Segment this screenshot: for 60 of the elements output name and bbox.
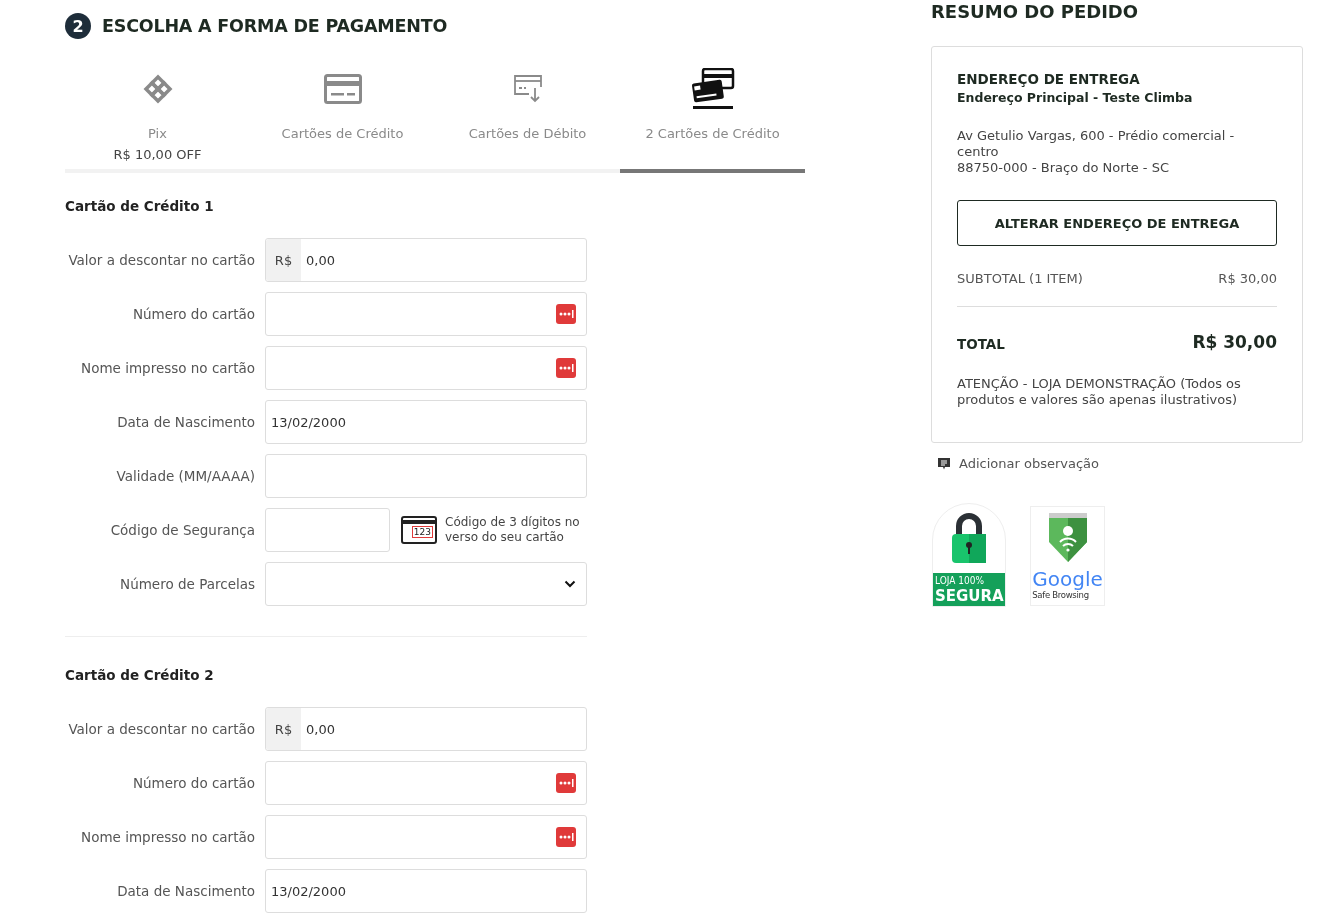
input-field[interactable] — [265, 346, 587, 390]
input-field[interactable] — [265, 454, 587, 498]
amount-field[interactable]: R$ 0,00 — [265, 238, 587, 282]
field-label: Data de Nascimento — [116, 882, 255, 900]
dropdown-field[interactable] — [265, 562, 587, 606]
payment-tab[interactable]: Cartões de Débito — [435, 61, 620, 173]
payment-tab[interactable]: 2 Cartões de Crédito — [620, 61, 805, 173]
card-back-icon: 123 — [401, 516, 437, 544]
input-field[interactable] — [265, 508, 390, 552]
section-title: ESCOLHA A FORMA DE PAGAMENTO — [102, 16, 448, 36]
field-label: Validade (MM/AAAA) — [115, 467, 255, 485]
password-manager-icon — [556, 304, 576, 324]
field-label: Nome impresso no cartão — [80, 359, 255, 377]
currency-prefix: R$ — [266, 708, 301, 750]
field-label: Valor a descontar no cartão — [67, 720, 255, 738]
section-title: RESUMO DO PEDIDO — [931, 0, 1140, 22]
password-manager-icon — [556, 827, 576, 847]
card-heading: Cartão de Crédito 2 — [65, 667, 215, 683]
currency-prefix: R$ — [266, 239, 301, 281]
chevron-down-icon — [564, 580, 576, 588]
address-line: 88750-000 - Braço do Norte - SC — [957, 160, 1171, 176]
password-manager-icon — [556, 358, 576, 378]
field-label: Número do cartão — [131, 305, 255, 323]
address-name: Endereço Principal - Teste Climba — [957, 90, 1194, 105]
hint-text: Código de 3 dígitos no verso do seu cartão — [445, 515, 581, 545]
input-field[interactable] — [265, 292, 587, 336]
shield-icon — [1047, 512, 1088, 564]
change-address-button[interactable]: ALTERAR ENDEREÇO DE ENTREGA — [957, 200, 1277, 246]
subtotal-label: SUBTOTAL (1 ITEM) — [957, 271, 1083, 286]
field-label: Data de Nascimento — [116, 413, 255, 431]
total-value: R$ 30,00 — [1192, 332, 1277, 352]
input-field[interactable] — [265, 761, 587, 805]
payment-tab[interactable]: Pix R$ 10,00 OFF — [65, 61, 250, 173]
total-label: TOTAL — [957, 336, 1005, 352]
padlock-icon — [949, 512, 989, 564]
card-download-icon — [512, 74, 543, 104]
field-label: Valor a descontar no cartão — [67, 251, 255, 269]
address-line: Av Getulio Vargas, 600 - Prédio comercial - centro — [957, 128, 1236, 160]
notice-text: ATENÇÃO - LOJA DEMONSTRAÇÃO (Todos os produtos e valores são apenas ilustrativos) — [957, 376, 1242, 408]
two-cards-icon — [690, 68, 735, 110]
field-label: Nome impresso no cartão — [80, 828, 255, 846]
input-field[interactable]: 13/02/2000 — [265, 400, 587, 444]
input-field[interactable]: 13/02/2000 — [265, 869, 587, 913]
address-heading: ENDEREÇO DE ENTREGA — [957, 71, 1141, 87]
subtotal-value: R$ 30,00 — [1218, 271, 1277, 286]
password-manager-icon — [556, 773, 576, 793]
field-label: Código de Segurança — [109, 521, 255, 539]
field-label: Número de Parcelas — [119, 575, 255, 593]
diamond-icon — [142, 74, 173, 104]
field-label: Número do cartão — [131, 774, 255, 792]
amount-field[interactable]: R$ 0,00 — [265, 707, 587, 751]
input-field[interactable] — [265, 815, 587, 859]
badge-text: LOJA 100% SEGURA — [933, 573, 1005, 606]
add-note-link[interactable]: Adicionar observação — [959, 456, 1099, 471]
payment-tab[interactable]: Cartões de Crédito — [250, 61, 435, 173]
card-heading: Cartão de Crédito 1 — [65, 198, 215, 214]
credit-card-icon — [323, 74, 362, 104]
badge-text: Google Safe Browsing — [1032, 568, 1103, 600]
step-number: 2 — [65, 13, 91, 39]
comment-icon — [937, 456, 951, 471]
